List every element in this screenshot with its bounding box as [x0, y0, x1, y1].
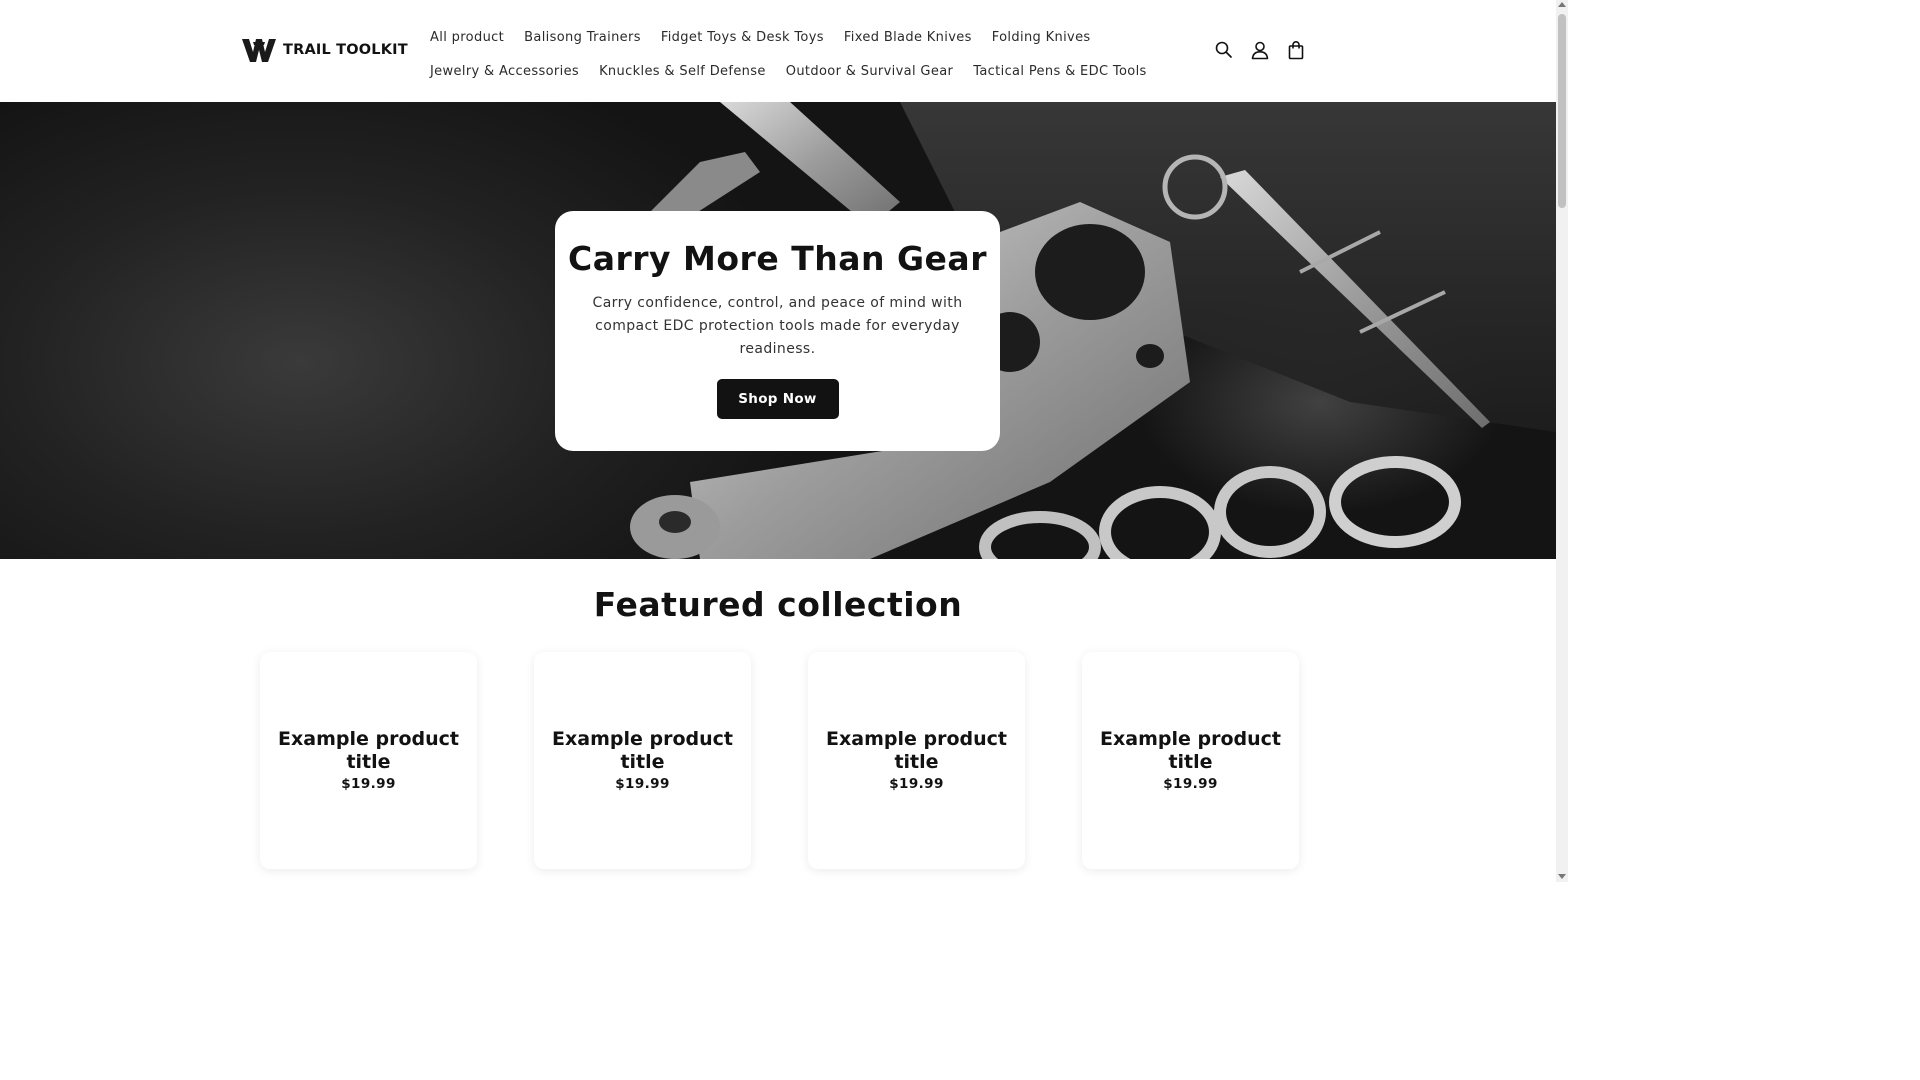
product-title[interactable]: Example product title [260, 728, 477, 774]
nav-link-knuckles-self-defense[interactable]: Knuckles & Self Defense [589, 64, 776, 79]
product-title[interactable]: Example product title [1082, 728, 1299, 774]
product-title[interactable]: Example product title [534, 728, 751, 774]
product-card[interactable]: Example product title $19.99 [534, 652, 751, 869]
nav-link-all-product[interactable]: All product [420, 30, 514, 45]
scroll-down-arrow-icon[interactable] [1558, 874, 1566, 879]
scroll-up-arrow-icon[interactable] [1558, 2, 1566, 7]
product-card[interactable]: Example product title $19.99 [260, 652, 477, 869]
tt-shield-logo-icon [242, 39, 276, 62]
main-nav: All product Balisong Trainers Fidget Toy… [420, 20, 1146, 88]
account-icon[interactable] [1248, 36, 1272, 64]
nav-row-2: Jewelry & Accessories Knuckles & Self De… [420, 54, 1146, 88]
brand-logo[interactable]: TRAIL TOOLKIT [241, 36, 408, 64]
nav-link-outdoor-survival-gear[interactable]: Outdoor & Survival Gear [776, 64, 963, 79]
hero-card: Carry More Than Gear Carry confidence, c… [555, 211, 1000, 451]
product-card[interactable]: Example product title $19.99 [808, 652, 1025, 869]
nav-link-tactical-pens-edc[interactable]: Tactical Pens & EDC Tools [963, 64, 1156, 79]
hero-description: Carry confidence, control, and peace of … [592, 295, 963, 357]
shop-now-button[interactable]: Shop Now [716, 379, 839, 419]
nav-row-1: All product Balisong Trainers Fidget Toy… [420, 20, 1140, 54]
hero-banner: Carry More Than Gear Carry confidence, c… [0, 102, 1556, 559]
header-actions [1212, 36, 1308, 64]
featured-collection-title: Featured collection [593, 585, 963, 624]
page-scrollbar[interactable] [1556, 0, 1568, 882]
product-price: $19.99 [1163, 776, 1218, 792]
site-header: TRAIL TOOLKIT All product Balisong Train… [0, 0, 1556, 102]
nav-link-balisong-trainers[interactable]: Balisong Trainers [514, 30, 651, 45]
brand-name: TRAIL TOOLKIT [283, 42, 408, 58]
nav-link-folding-knives[interactable]: Folding Knives [982, 30, 1101, 45]
search-icon[interactable] [1212, 36, 1236, 64]
nav-link-fixed-blade-knives[interactable]: Fixed Blade Knives [834, 30, 982, 45]
scrollbar-thumb[interactable] [1558, 14, 1566, 208]
product-title[interactable]: Example product title [808, 728, 1025, 774]
nav-link-jewelry-accessories[interactable]: Jewelry & Accessories [420, 64, 589, 79]
cart-icon[interactable] [1284, 36, 1308, 64]
product-price: $19.99 [615, 776, 670, 792]
product-grid: Example product title $19.99 Example pro… [260, 652, 1299, 869]
product-price: $19.99 [341, 776, 396, 792]
nav-link-fidget-toys[interactable]: Fidget Toys & Desk Toys [651, 30, 834, 45]
hero-title: Carry More Than Gear [568, 239, 987, 278]
product-card[interactable]: Example product title $19.99 [1082, 652, 1299, 869]
product-price: $19.99 [889, 776, 944, 792]
